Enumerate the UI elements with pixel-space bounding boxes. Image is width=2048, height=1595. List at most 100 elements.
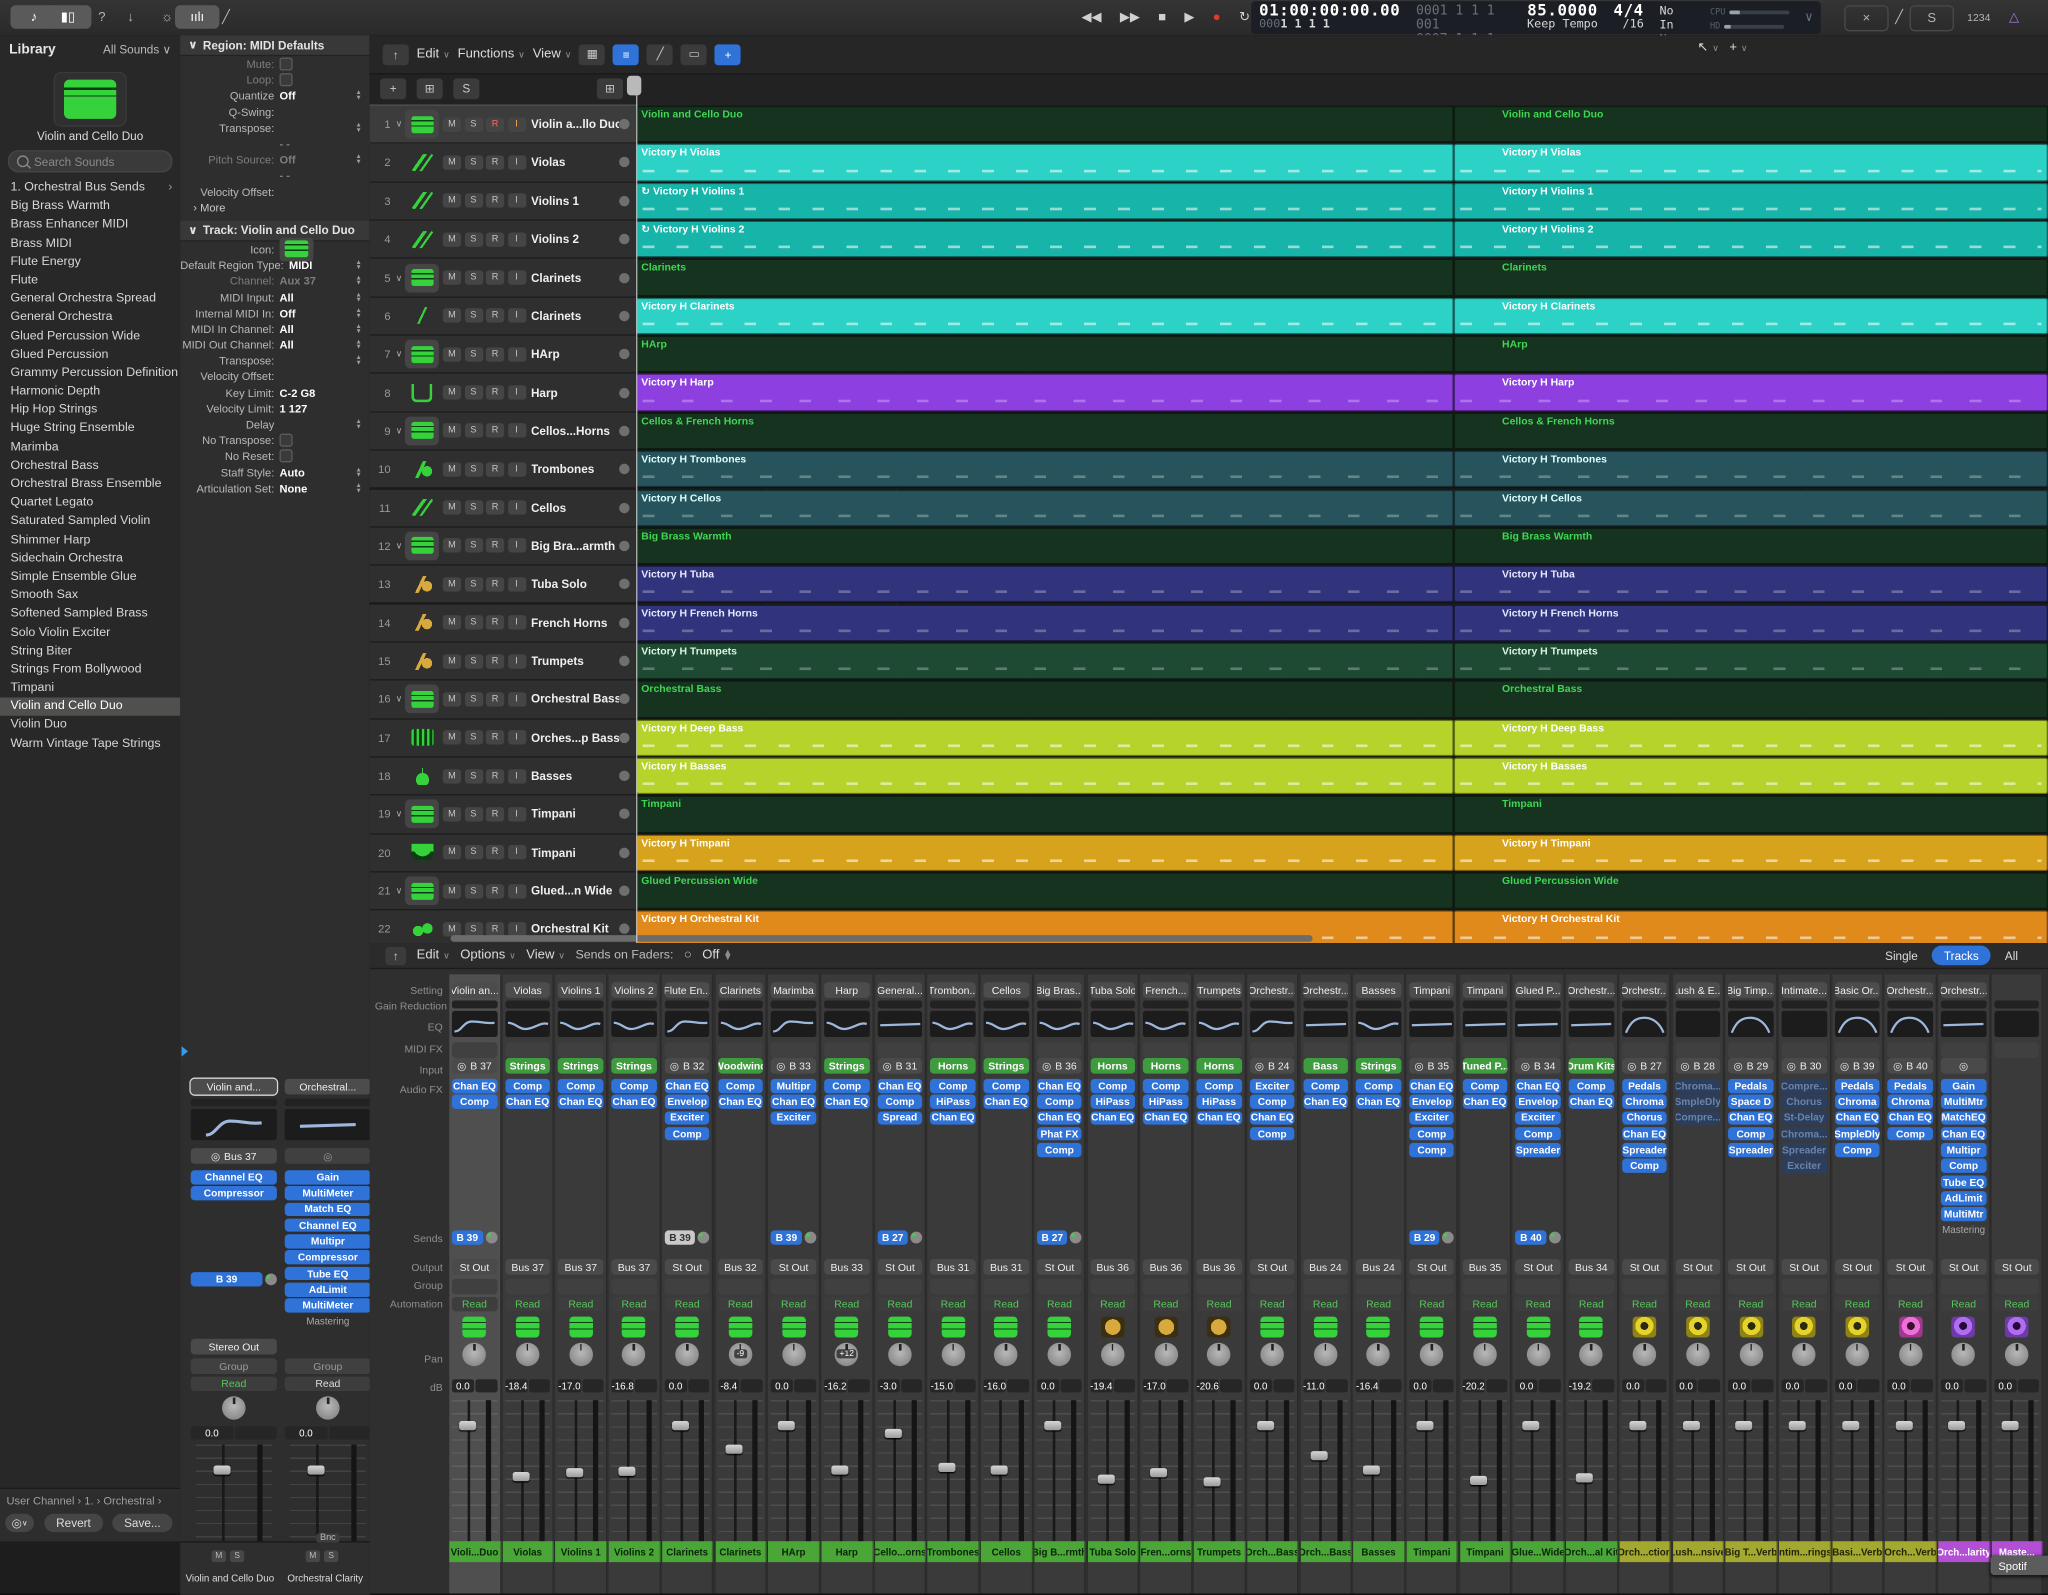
library-item[interactable]: Huge String Ensemble bbox=[0, 420, 180, 439]
track-icon-well[interactable] bbox=[405, 263, 439, 292]
track-header[interactable]: 4MSRIViolins 2 bbox=[370, 221, 636, 259]
fader-cap[interactable] bbox=[885, 1429, 902, 1438]
pan-knob[interactable] bbox=[463, 1343, 487, 1367]
input-monitor-button[interactable]: I bbox=[507, 577, 525, 591]
send-slot[interactable]: B 29 bbox=[1409, 1230, 1454, 1244]
midi-region[interactable]: Victory H Trumpets bbox=[1454, 642, 2048, 679]
library-item[interactable]: Timpani bbox=[0, 679, 180, 698]
pan-knob[interactable] bbox=[1899, 1343, 1923, 1367]
midi-region[interactable]: Violin and Cello Duo bbox=[636, 106, 1454, 143]
audio-fx-plugin[interactable]: Chan EQ bbox=[1037, 1079, 1082, 1093]
eq-thumbnail[interactable] bbox=[1675, 1011, 1720, 1037]
midi-region[interactable]: Victory H Tuba bbox=[636, 566, 1454, 603]
midi-fx-slot[interactable] bbox=[1409, 1042, 1454, 1058]
save-button[interactable]: Save... bbox=[112, 1514, 172, 1532]
track-lane[interactable]: Victory H ViolasVictory H Violas bbox=[636, 144, 2048, 182]
eq-thumbnail[interactable] bbox=[191, 1109, 277, 1140]
group-slot[interactable] bbox=[1888, 1279, 1933, 1295]
fader-cap[interactable] bbox=[1417, 1421, 1434, 1430]
mixer-channel-strip[interactable]: Timpani◎B 35Chan EQEnvelopExciterCompCom… bbox=[1407, 974, 1459, 1593]
output-slot[interactable]: Bus 24 bbox=[1303, 1259, 1348, 1275]
record-enable-button[interactable]: R bbox=[486, 692, 504, 706]
eq-thumbnail[interactable] bbox=[984, 1011, 1029, 1037]
volume-fader[interactable] bbox=[1728, 1400, 1773, 1544]
pan-knob[interactable] bbox=[622, 1343, 646, 1367]
audio-fx-plugin[interactable]: Compressor bbox=[191, 1186, 277, 1200]
track-header[interactable]: 15MSRITrumpets bbox=[370, 642, 636, 680]
input-monitor-button[interactable]: I bbox=[507, 769, 525, 783]
track-header[interactable]: 9∨MSRICellos...Horns bbox=[370, 412, 636, 450]
track-list-view-button[interactable]: ≡ bbox=[613, 44, 639, 65]
audio-fx-plugin[interactable]: Chan EQ bbox=[1356, 1095, 1401, 1109]
record-enable-button[interactable]: R bbox=[486, 654, 504, 668]
pan-knob[interactable] bbox=[1580, 1343, 1604, 1367]
volume-value[interactable]: 0.0 bbox=[1037, 1379, 1059, 1392]
midi-fx-slot[interactable] bbox=[824, 1042, 869, 1058]
audio-fx-plugin[interactable]: AdLimit bbox=[1941, 1191, 1986, 1205]
automation-mode[interactable]: Read bbox=[1516, 1297, 1561, 1311]
volume-value[interactable]: 0.0 bbox=[1622, 1379, 1644, 1392]
volume-value[interactable]: -18.4 bbox=[505, 1379, 527, 1392]
volume-value[interactable]: 0.0 bbox=[452, 1379, 474, 1392]
send-slot[interactable]: B 40 bbox=[1516, 1230, 1561, 1244]
fader-cap[interactable] bbox=[672, 1421, 689, 1430]
checkbox[interactable] bbox=[280, 450, 293, 463]
input-slot[interactable]: Bass bbox=[1303, 1058, 1348, 1074]
midi-fx-slot[interactable] bbox=[1516, 1042, 1561, 1058]
inspector-row-value[interactable]: 1 127 bbox=[280, 402, 308, 415]
mute-button[interactable]: M bbox=[212, 1550, 226, 1562]
library-item[interactable]: Warm Vintage Tape Strings bbox=[0, 735, 180, 754]
channel-name-tab[interactable]: Intim...rings bbox=[1779, 1541, 1831, 1562]
midi-fx-slot[interactable] bbox=[558, 1042, 603, 1058]
audio-fx-plugin[interactable]: Chroma... bbox=[1675, 1079, 1720, 1093]
send-slot[interactable]: B 39 bbox=[665, 1230, 710, 1244]
send-slot[interactable]: B 27 bbox=[1037, 1230, 1082, 1244]
inspector-row-value[interactable]: Off bbox=[280, 307, 296, 320]
channel-name-tab[interactable]: Clarinets bbox=[715, 1541, 767, 1562]
mute-button[interactable]: M bbox=[443, 730, 461, 744]
track-lane[interactable]: Victory H HarpVictory H Harp bbox=[636, 374, 2048, 412]
pan-knob[interactable] bbox=[1048, 1343, 1072, 1367]
track-icon-well[interactable] bbox=[405, 877, 439, 906]
solo-button[interactable]: S bbox=[464, 385, 482, 399]
input-monitor-button[interactable]: I bbox=[507, 654, 525, 668]
midi-fx-slot[interactable] bbox=[1835, 1042, 1880, 1058]
input-slot[interactable]: ◎ bbox=[1941, 1058, 1986, 1074]
channel-name-tab[interactable]: Fren...orns bbox=[1141, 1541, 1193, 1562]
audio-fx-plugin[interactable]: Channel EQ bbox=[191, 1170, 277, 1184]
volume-fader[interactable] bbox=[1409, 1400, 1454, 1544]
midi-region[interactable]: Victory H Clarinets bbox=[636, 297, 1454, 334]
output-slot[interactable]: Bus 24 bbox=[1356, 1259, 1401, 1275]
send-knob[interactable] bbox=[1070, 1232, 1082, 1244]
fader-cap[interactable] bbox=[1789, 1421, 1806, 1430]
audio-fx-plugin[interactable]: Comp bbox=[1409, 1127, 1454, 1141]
catch-playhead-button[interactable]: ↑ bbox=[383, 44, 409, 65]
mute-button[interactable]: M bbox=[306, 1550, 320, 1562]
output-slot[interactable]: St Out bbox=[877, 1259, 922, 1275]
send-knob[interactable] bbox=[1443, 1232, 1455, 1244]
audio-fx-plugin[interactable]: Chan EQ bbox=[1888, 1111, 1933, 1125]
mute-button[interactable]: M bbox=[443, 385, 461, 399]
send-knob[interactable] bbox=[265, 1273, 277, 1285]
inspector-row-value[interactable]: - - bbox=[280, 169, 290, 182]
channel-name-tab[interactable]: Lush...nsive bbox=[1673, 1541, 1725, 1562]
eq-thumbnail[interactable] bbox=[877, 1011, 922, 1037]
group-slot[interactable] bbox=[1303, 1279, 1348, 1295]
track-header[interactable]: 6MSRIClarinets bbox=[370, 297, 636, 335]
channel-setting-button[interactable]: Violas bbox=[505, 982, 550, 998]
mute-button[interactable]: M bbox=[443, 462, 461, 476]
group-slot[interactable] bbox=[1622, 1279, 1667, 1295]
output-slot[interactable]: Bus 32 bbox=[718, 1259, 763, 1275]
group-slot[interactable] bbox=[1409, 1279, 1454, 1295]
audio-fx-plugin[interactable]: Chan EQ bbox=[1728, 1111, 1773, 1125]
audio-fx-plugin[interactable]: Multipr bbox=[285, 1235, 371, 1249]
audio-fx-plugin[interactable]: Channel EQ bbox=[285, 1218, 371, 1232]
midi-fx-slot[interactable] bbox=[1090, 1042, 1135, 1058]
send-bus[interactable]: B 39 bbox=[665, 1230, 696, 1244]
audio-fx-plugin[interactable]: Comp bbox=[1516, 1127, 1561, 1141]
mixer-channel-strip[interactable]: Violins 2StringsCompChan EQBus 37Read-16… bbox=[609, 974, 661, 1593]
volume-value[interactable]: -8.4 bbox=[718, 1379, 740, 1392]
audio-fx-plugin[interactable]: HiPass bbox=[931, 1095, 976, 1109]
track-icon-well[interactable] bbox=[405, 225, 439, 254]
pan-knob[interactable]: +12 bbox=[835, 1343, 859, 1367]
